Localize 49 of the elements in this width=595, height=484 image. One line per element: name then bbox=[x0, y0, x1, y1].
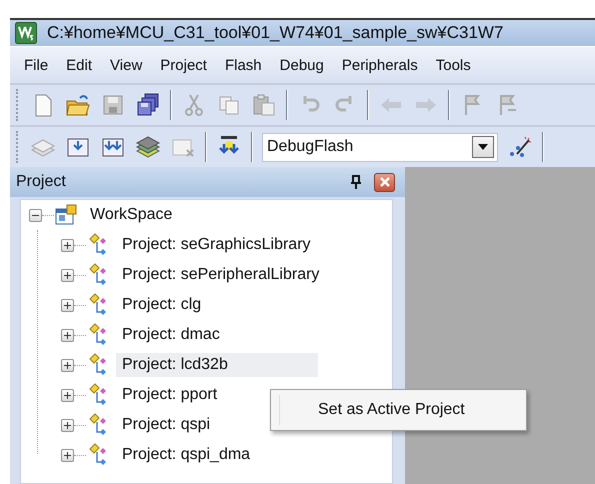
expand-toggle[interactable] bbox=[61, 358, 74, 372]
expand-toggle[interactable] bbox=[61, 388, 74, 402]
context-menu-item[interactable]: Set as Active Project bbox=[279, 395, 526, 425]
tree-item[interactable]: Project: pport bbox=[116, 383, 224, 407]
close-icon bbox=[380, 177, 390, 187]
menu-item[interactable]: Flash bbox=[216, 52, 270, 78]
app-logo-icon bbox=[15, 22, 37, 44]
multiple-disks-icon[interactable] bbox=[135, 92, 161, 118]
plus-icon bbox=[64, 392, 71, 398]
menu-item[interactable]: View bbox=[102, 52, 150, 78]
window-title: C:¥home¥MCU_C31_tool¥01_W74¥01_sample_sw¥C31W7 bbox=[47, 23, 504, 43]
build-configuration-dropdown[interactable]: DebugFlash bbox=[262, 132, 498, 162]
expand-toggle[interactable] bbox=[61, 328, 74, 342]
magic-wand-icon[interactable] bbox=[507, 134, 533, 160]
expand-toggle[interactable] bbox=[61, 298, 74, 312]
menu-item[interactable]: Edit bbox=[58, 52, 100, 78]
menu-item[interactable]: Project bbox=[152, 52, 215, 78]
expand-toggle[interactable] bbox=[61, 418, 74, 432]
tree-item[interactable]: WorkSpace bbox=[84, 203, 178, 227]
pin-icon[interactable] bbox=[350, 175, 362, 189]
close-button[interactable] bbox=[374, 172, 395, 192]
workspace-icon bbox=[54, 203, 78, 227]
menu-item[interactable]: File bbox=[16, 52, 56, 78]
panel-title: Project bbox=[16, 173, 67, 191]
tree-item[interactable]: Project: qspi bbox=[116, 413, 216, 437]
plus-icon bbox=[64, 452, 71, 458]
plus-icon bbox=[64, 272, 71, 278]
expand-toggle[interactable] bbox=[61, 268, 74, 282]
tree-item[interactable]: Project: lcd32b bbox=[116, 353, 318, 377]
tree-item[interactable]: Project: seGraphicsLibrary bbox=[116, 233, 317, 257]
plus-icon bbox=[64, 302, 71, 308]
plus-icon bbox=[64, 332, 71, 338]
menu-item[interactable]: Tools bbox=[428, 52, 479, 78]
expand-toggle[interactable] bbox=[61, 448, 74, 462]
tree-item[interactable]: Project: qspi_dma bbox=[116, 443, 256, 467]
plus-icon bbox=[64, 362, 71, 368]
menu-item[interactable]: Peripherals bbox=[334, 52, 426, 78]
menu-item[interactable]: Debug bbox=[272, 52, 332, 78]
collapse-toggle[interactable] bbox=[29, 208, 42, 222]
tree-item[interactable]: Project: sePeripheralLibrary bbox=[116, 263, 326, 287]
plus-icon bbox=[64, 422, 71, 428]
tree-item[interactable]: Project: dmac bbox=[116, 323, 226, 347]
expand-toggle[interactable] bbox=[61, 238, 74, 252]
caret-icon bbox=[478, 144, 488, 150]
layers-icon[interactable] bbox=[135, 134, 161, 160]
clipboard-icon[interactable] bbox=[251, 92, 277, 118]
tree-item[interactable]: Project: clg bbox=[116, 293, 208, 317]
folder-icon[interactable] bbox=[65, 92, 91, 118]
plus-icon bbox=[64, 242, 71, 248]
